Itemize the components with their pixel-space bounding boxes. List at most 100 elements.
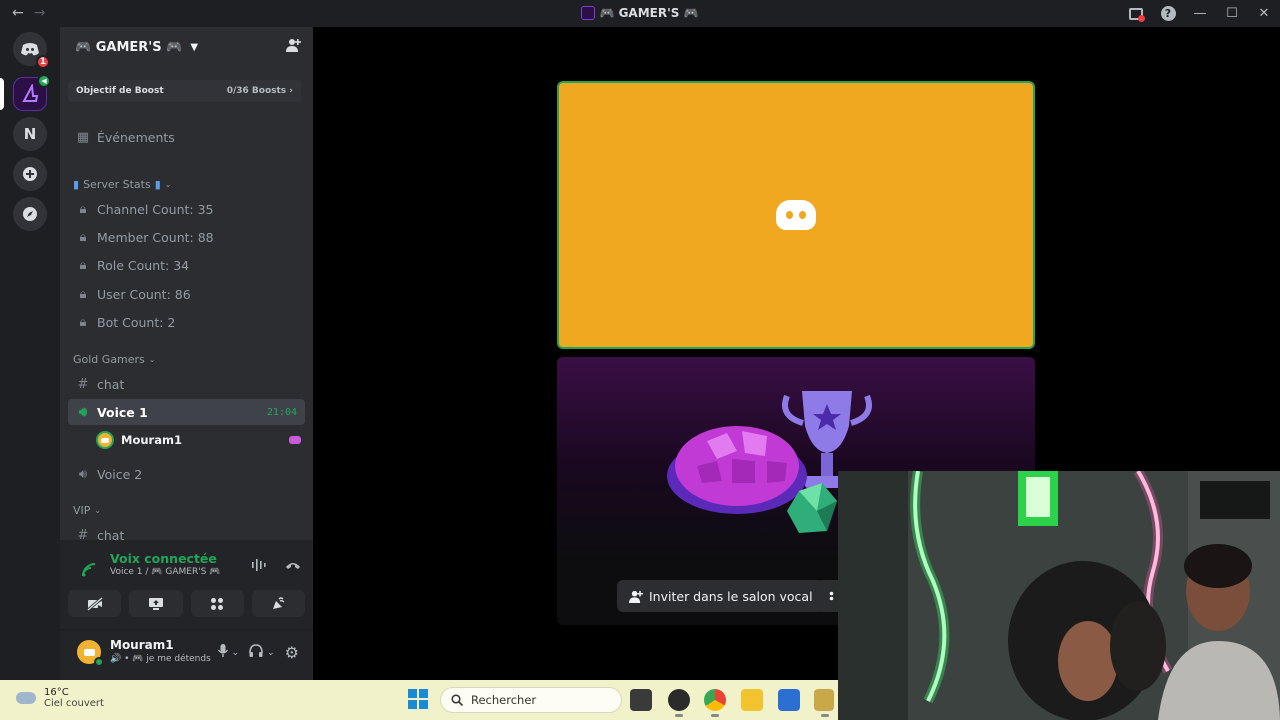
invite-people-icon[interactable] <box>286 38 301 56</box>
username[interactable]: Mouram1 <box>110 638 174 652</box>
store-icon[interactable] <box>778 689 800 711</box>
screen-share-button[interactable] <box>129 590 183 617</box>
lock-icon: 🔒︎ <box>79 201 87 217</box>
invite-to-voice-button[interactable]: Inviter dans le salon vocal <box>617 580 825 612</box>
user-panel: Mouram1 🔊 • 🎮 je me détends ⌄ ⌄ ⚙ <box>60 630 313 680</box>
voice-connected-panel: Voix connectée Voice 1 / 🎮 GAMER'S 🎮 <box>60 540 313 630</box>
server-header[interactable]: 🎮 GAMER'S 🎮 ▼ <box>60 27 313 67</box>
noise-suppression-icon[interactable] <box>251 558 267 576</box>
server-logo-icon <box>22 84 39 102</box>
voice-panel-controls <box>251 558 301 576</box>
temperature: 16°C <box>44 687 69 698</box>
channel-label: Voice 2 <box>97 466 143 482</box>
text-channel-chat[interactable]: # chat <box>68 371 305 397</box>
minimize-button[interactable]: — <box>1184 0 1216 27</box>
add-server-button[interactable] <box>13 157 47 191</box>
server-rail: 1 ◀ N <box>0 27 60 680</box>
lock-icon: 🔒︎ <box>79 314 87 330</box>
server-icon-n[interactable]: N <box>13 117 47 151</box>
server-icon-gamers[interactable]: ◀ <box>13 74 51 111</box>
activities-icon <box>211 597 224 610</box>
headphones-icon[interactable] <box>249 643 263 662</box>
voice-action-buttons <box>68 590 305 617</box>
task-view-icon[interactable] <box>630 689 652 711</box>
league-of-legends-icon[interactable] <box>814 689 834 717</box>
os-taskbar: 16°C Ciel couvert Rechercher <box>0 680 838 720</box>
plus-icon <box>23 167 37 181</box>
voice-status-subtitle[interactable]: Voice 1 / 🎮 GAMER'S 🎮 <box>110 567 220 577</box>
taskbar-search[interactable]: Rechercher <box>440 687 622 713</box>
chevron-down-icon: ⌄ <box>94 506 102 515</box>
file-explorer-icon[interactable] <box>741 689 763 711</box>
invite-label: Inviter dans le salon vocal <box>649 588 813 604</box>
title-bar: ← → 🎮 GAMER'S 🎮 ? — ☐ ✕ <box>0 0 1280 27</box>
avatar <box>96 431 114 449</box>
start-button[interactable] <box>408 689 428 709</box>
explore-button[interactable] <box>13 197 47 231</box>
channel-label: chat <box>97 376 125 392</box>
category-label: VIP <box>73 504 91 517</box>
webcam-overlay <box>838 471 1280 720</box>
weather-widget[interactable]: 16°C Ciel couvert <box>14 687 104 709</box>
game-controller-icon <box>289 436 301 444</box>
home-button[interactable]: 1 <box>13 32 50 69</box>
chart-icon: ▮ <box>154 178 161 191</box>
channel-label: Voice 1 <box>97 404 148 420</box>
online-status-icon <box>94 657 104 667</box>
webcam-feed-image <box>838 471 1280 720</box>
voice-channel-voice-2[interactable]: 🔊︎ Voice 2 <box>68 461 305 487</box>
settings-gear-icon[interactable]: ⚙ <box>285 643 299 662</box>
obs-app-icon[interactable] <box>668 689 690 717</box>
category-server-stats[interactable]: ▮ Server Stats ▮ ⌄ <box>73 178 171 191</box>
chevron-down-icon: ⌄ <box>164 180 172 189</box>
soundboard-button[interactable] <box>251 590 305 617</box>
category-gold-gamers[interactable]: Gold Gamers ⌄ <box>73 353 156 366</box>
locked-channel-channel-count[interactable]: 🔒︎ Channel Count: 35 <box>68 196 305 222</box>
disconnect-icon[interactable] <box>285 558 301 576</box>
inbox-button[interactable] <box>1120 0 1152 27</box>
close-button[interactable]: ✕ <box>1248 0 1280 27</box>
maximize-button[interactable]: ☐ <box>1216 0 1248 27</box>
hashtag-icon: # <box>77 376 89 392</box>
camera-off-icon <box>86 596 103 611</box>
microphone-icon[interactable] <box>217 643 228 662</box>
server-name: 🎮 GAMER'S 🎮 <box>75 39 183 55</box>
chrome-icon[interactable] <box>704 689 726 717</box>
channel-label: Channel Count: 35 <box>97 201 214 217</box>
participant-video-tile[interactable] <box>557 81 1035 349</box>
locked-channel-role-count[interactable]: 🔒︎ Role Count: 34 <box>68 252 305 278</box>
chevron-down-icon[interactable]: ⌄ <box>267 648 275 658</box>
selected-server-pill <box>0 78 4 110</box>
category-vip[interactable]: VIP ⌄ <box>73 504 101 517</box>
events-link[interactable]: ▦ Événements <box>68 124 305 150</box>
avatar[interactable] <box>77 640 104 667</box>
channel-sidebar: 🎮 GAMER'S 🎮 ▼ Objectif de Boost 0/36 Boo… <box>60 27 313 680</box>
camera-off-button[interactable] <box>68 590 122 617</box>
user-controls: ⌄ ⌄ ⚙ <box>217 643 299 662</box>
boost-goal-label: Objectif de Boost <box>76 86 164 96</box>
chart-icon: ▮ <box>73 178 80 191</box>
category-label: Server Stats <box>83 178 151 191</box>
search-placeholder: Rechercher <box>471 693 537 707</box>
channel-label: User Count: 86 <box>97 286 191 302</box>
chevron-down-icon: ⌄ <box>148 355 156 364</box>
voice-participant[interactable]: Mouram1 <box>96 429 301 451</box>
boost-goal-bar[interactable]: Objectif de Boost 0/36 Boosts › <box>68 80 301 102</box>
activities-button[interactable] <box>190 590 244 617</box>
voice-status-title[interactable]: Voix connectée <box>110 551 217 566</box>
discord-logo-icon <box>21 43 39 56</box>
locked-channel-bot-count[interactable]: 🔒︎ Bot Count: 2 <box>68 309 305 335</box>
voice-channel-voice-1[interactable]: 🔊︎ Voice 1 21:04 <box>68 399 305 425</box>
calendar-icon: ▦ <box>76 129 90 145</box>
help-icon: ? <box>1160 6 1176 21</box>
custom-status: 🔊 • 🎮 je me détends <box>110 654 211 664</box>
chevron-down-icon[interactable]: ⌄ <box>232 648 240 658</box>
category-label: Gold Gamers <box>73 353 145 366</box>
lock-icon: 🔒︎ <box>79 257 87 273</box>
speaker-icon: ◀ <box>37 74 51 88</box>
locked-channel-user-count[interactable]: 🔒︎ User Count: 86 <box>68 281 305 307</box>
locked-channel-member-count[interactable]: 🔒︎ Member Count: 88 <box>68 224 305 250</box>
channel-label: Bot Count: 2 <box>97 314 176 330</box>
help-button[interactable]: ? <box>1152 0 1184 27</box>
signal-strength-icon[interactable] <box>82 563 96 581</box>
